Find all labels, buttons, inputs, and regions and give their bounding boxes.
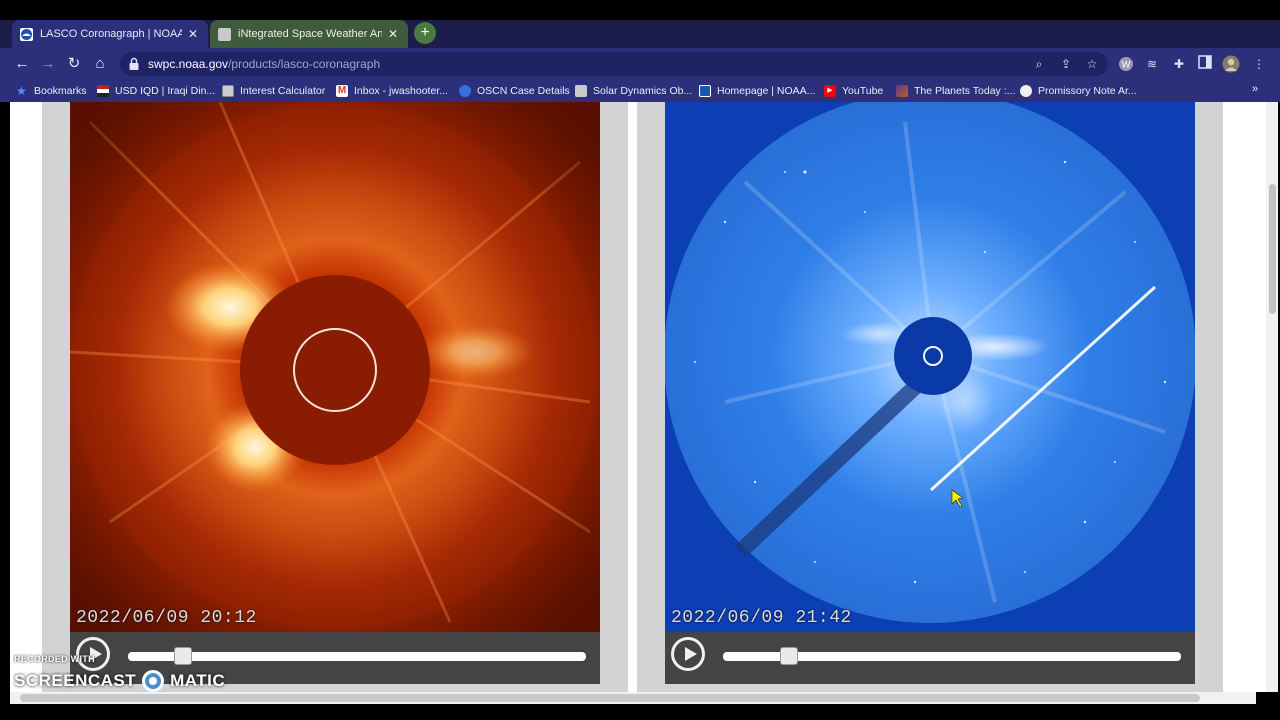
bookmark-item[interactable]: ▶ YouTube [824, 83, 883, 99]
side-panel-icon[interactable] [1196, 55, 1214, 73]
tab-lasco[interactable]: LASCO Coronagraph | NOAA / N ✕ [12, 20, 208, 48]
coronagraph-image-c2[interactable]: 2022/06/09 20:12 [70, 102, 600, 632]
bookmark-label: USD IQD | Iraqi Din... [115, 85, 216, 97]
reload-icon[interactable]: ↻ [64, 54, 84, 74]
bookmark-item[interactable]: ★ Bookmarks [16, 83, 87, 99]
star-icon: ★ [16, 84, 27, 98]
menu-icon[interactable]: ⋮ [1250, 55, 1268, 73]
bookmark-item[interactable]: Homepage | NOAA... [699, 83, 815, 99]
svg-text:W: W [1122, 60, 1131, 70]
record-icon [142, 670, 165, 692]
zoom-icon[interactable]: ⌕ [1031, 56, 1047, 72]
tab-strip: LASCO Coronagraph | NOAA / N ✕ iNtegrate… [0, 20, 1280, 48]
noaa-icon [699, 85, 711, 97]
extension-wave-icon[interactable]: ≋ [1143, 55, 1161, 73]
page-body: 2022/06/09 20:12 2022/06/09 21:42 [10, 102, 1278, 692]
url-domain: swpc.noaa.gov [148, 57, 229, 71]
avatar[interactable] [1222, 55, 1240, 73]
scales-icon [459, 85, 471, 97]
back-icon[interactable]: ← [12, 54, 32, 74]
youtube-icon: ▶ [824, 85, 836, 97]
recorded-with-label: RECORDED WITH [14, 654, 95, 664]
puzzle-icon[interactable]: ✚ [1170, 55, 1188, 73]
frame-slider[interactable] [723, 647, 1181, 665]
bookmark-label: Bookmarks [34, 85, 87, 97]
coronagraph-panel-c2: 2022/06/09 20:12 [42, 102, 628, 692]
share-icon[interactable]: ⇪ [1058, 56, 1074, 72]
bookmark-item[interactable]: USD IQD | Iraqi Din... [97, 83, 215, 99]
gmail-icon: M [336, 85, 348, 97]
flag-icon [97, 85, 109, 97]
coronagraph-c3-graphic [665, 102, 1195, 623]
bookmark-item[interactable]: Solar Dynamics Ob... [575, 83, 692, 99]
frame-timestamp: 2022/06/09 20:12 [76, 608, 257, 628]
vertical-scrollbar-thumb[interactable] [1269, 184, 1276, 314]
coronagraph-panel-c3: 2022/06/09 21:42 [637, 102, 1223, 692]
bookmark-label: Inbox - jwashooter... [354, 85, 448, 97]
url-path: /products/lasco-coronagraph [228, 57, 381, 71]
document-icon [1020, 85, 1032, 97]
player-controls [665, 632, 1195, 684]
bookmark-label: Interest Calculator [240, 85, 326, 97]
bookmark-label: The Planets Today :... [914, 85, 1016, 97]
calculator-icon [222, 85, 234, 97]
slider-thumb[interactable] [173, 647, 192, 665]
horizontal-scrollbar-thumb[interactable] [20, 694, 1200, 702]
planet-icon [896, 85, 908, 97]
watermark-right: MATIC [170, 671, 226, 690]
bookmark-item[interactable]: OSCN Case Details [459, 83, 570, 99]
more-bookmarks-button[interactable]: » [1252, 83, 1258, 95]
bookmark-label: YouTube [842, 85, 884, 97]
watermark-left: SCREENCAST [14, 671, 137, 690]
satellite-icon [218, 27, 231, 41]
url-text[interactable]: swpc.noaa.gov/products/lasco-coronagraph [148, 57, 380, 71]
bookmark-label: Promissory Note Ar... [1038, 85, 1137, 97]
new-tab-button[interactable]: + [414, 22, 436, 44]
bookmark-item[interactable]: Promissory Note Ar... [1020, 83, 1137, 99]
coronagraph-c2-graphic [70, 102, 600, 632]
bookmark-label: Solar Dynamics Ob... [593, 85, 693, 97]
tab-title: iNtegrated Space Weather Analy [238, 28, 382, 40]
noaa-icon [20, 27, 33, 41]
coronagraph-image-c3[interactable]: 2022/06/09 21:42 [665, 102, 1195, 632]
bookmark-item[interactable]: The Planets Today :... [896, 83, 1015, 99]
satellite-icon [575, 85, 587, 97]
screen-top-border [0, 0, 1280, 20]
frame-slider[interactable] [128, 647, 586, 665]
lock-icon[interactable] [128, 57, 140, 71]
slider-thumb[interactable] [780, 647, 799, 665]
extension-w-icon[interactable]: W [1117, 55, 1135, 73]
home-icon[interactable]: ⌂ [90, 54, 110, 74]
close-icon[interactable]: ✕ [386, 27, 400, 41]
bookmark-star-icon[interactable]: ☆ [1084, 56, 1100, 72]
forward-icon[interactable]: → [38, 54, 58, 74]
bookmark-label: OSCN Case Details [477, 85, 570, 97]
bookmark-item[interactable]: M Inbox - jwashooter... [336, 83, 448, 99]
bookmark-item[interactable]: Interest Calculator [222, 83, 325, 99]
page-viewport: 2022/06/09 20:12 2022/06/09 21:42 [0, 102, 1280, 720]
tab-title: LASCO Coronagraph | NOAA / N [40, 28, 182, 40]
close-icon[interactable]: ✕ [186, 27, 200, 41]
screencast-o-matic-logo: SCREENCAST MATIC [14, 670, 225, 692]
play-button[interactable] [671, 637, 705, 671]
bookmark-label: Homepage | NOAA... [717, 85, 816, 97]
tab-space-weather[interactable]: iNtegrated Space Weather Analy ✕ [210, 20, 408, 48]
frame-timestamp: 2022/06/09 21:42 [671, 608, 852, 628]
